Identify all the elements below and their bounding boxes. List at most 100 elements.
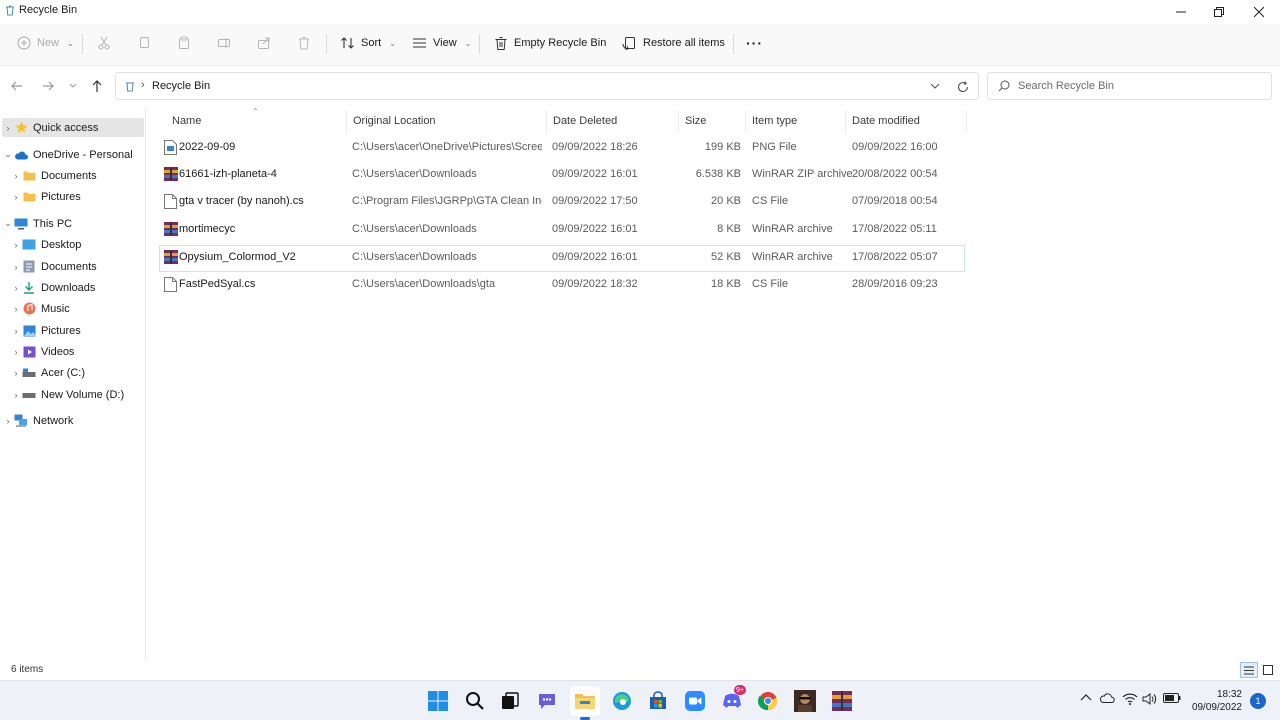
view-icon [413,38,426,48]
column-header-label: Date modified [852,115,920,127]
chevron-right-icon[interactable]: › [10,326,22,336]
refresh-button[interactable] [954,78,972,96]
sort-button[interactable]: Sort ⌄ [340,30,396,56]
sidebar-item-network[interactable]: › Network [2,411,144,430]
chevron-right-icon[interactable]: › [10,304,22,314]
more-options-button[interactable]: ··· [746,30,763,56]
show-hidden-icons-button[interactable] [1080,693,1092,701]
new-button[interactable]: New ⌄ [17,30,74,56]
sidebar-item-videos[interactable]: › Videos [10,342,144,361]
chevron-right-icon[interactable]: › [10,390,22,400]
cloud-icon [1099,693,1115,703]
chevron-right-icon[interactable]: › [10,347,22,357]
store-app[interactable] [643,686,673,716]
onedrive-tray-icon[interactable] [1099,693,1115,703]
zoom-app[interactable] [680,686,710,716]
copy-button[interactable] [137,30,151,56]
column-header-item-type[interactable]: Item type [746,110,846,132]
documents-icon [22,260,36,274]
address-path[interactable]: Recycle Bin [152,80,210,92]
sidebar-item-drive-d[interactable]: › New Volume (D:) [10,385,144,404]
sidebar-item-this-pc[interactable]: ⌄ This PC [2,214,144,233]
column-header-label: Item type [752,115,798,127]
sidebar-item-desktop[interactable]: › Desktop [10,235,144,254]
details-view-button[interactable] [1240,662,1258,678]
view-button[interactable]: View ⌄ [412,30,471,56]
chevron-down-icon[interactable]: ⌄ [2,218,14,229]
new-label: New [37,37,60,49]
address-bar[interactable]: › Recycle Bin [115,72,979,100]
search-input[interactable] [1018,78,1263,94]
folder-icon [22,190,36,204]
chevron-right-icon[interactable]: › [2,416,14,426]
start-button[interactable] [423,686,453,716]
sidebar-item-music[interactable]: › Music [10,299,144,318]
windows-icon [428,691,448,711]
address-dropdown-button[interactable] [927,78,943,94]
search-box[interactable] [987,72,1272,100]
sidebar-item-label: OneDrive - Personal [33,148,133,161]
sidebar-item-downloads[interactable]: › Downloads [10,278,144,297]
chevron-right-icon[interactable]: › [10,368,22,378]
speaker-icon [1142,693,1157,705]
chevron-down-icon: ⌄ [389,38,396,48]
clock[interactable]: 18:32 09/09/2022 [1188,688,1242,714]
command-bar: New ⌄ Sort ⌄ View ⌄ Empty Recycle Bin Re… [0,24,1280,66]
cut-button[interactable] [97,30,111,56]
forward-button[interactable] [38,76,58,96]
wifi-tray-icon[interactable] [1122,693,1138,705]
file-row[interactable]: 61661-izh-planeta-4 C:\Users\acer\Downlo… [160,163,964,188]
refresh-icon [957,81,969,93]
taskbar-search-button[interactable] [460,686,490,716]
battery-tray-icon[interactable] [1163,693,1181,703]
chevron-right-icon[interactable]: › [10,171,22,181]
column-header-name[interactable]: Name [166,110,347,132]
chat-button[interactable] [532,686,562,716]
edge-app[interactable] [607,686,637,716]
large-icons-view-button[interactable] [1261,662,1275,678]
column-header-date-modified[interactable]: Date modified [846,110,967,132]
chevron-right-icon[interactable]: › [10,192,22,202]
column-header-date-deleted[interactable]: Date Deleted [547,110,679,132]
sidebar-item-drive-c[interactable]: › Acer (C:) [10,363,144,382]
share-button[interactable] [257,30,271,56]
chevron-right-icon[interactable]: › [10,262,22,272]
column-header-original-location[interactable]: Original Location [347,110,547,132]
file-row[interactable]: gta v tracer (by nanoh).cs C:\Program Fi… [160,190,964,215]
chevron-right-icon[interactable]: › [10,283,22,293]
restore-all-button[interactable]: Restore all items [622,30,725,56]
chevron-right-icon[interactable]: › [2,123,14,133]
delete-button[interactable] [297,30,311,56]
rename-button[interactable] [217,30,231,56]
file-row[interactable]: 2022-09-09 C:\Users\acer\OneDrive\Pictur… [160,136,964,161]
file-size: 52 KB [711,251,741,263]
notification-center-button[interactable]: 1 [1250,693,1266,709]
winrar-app[interactable] [827,686,857,716]
game-app[interactable] [790,686,820,716]
column-header-size[interactable]: Size [679,110,746,132]
empty-recycle-bin-button[interactable]: Empty Recycle Bin [494,30,606,56]
sidebar-item-documents[interactable]: › Documents [10,257,144,276]
chevron-down-icon[interactable]: ⌄ [2,149,14,160]
chevron-right-icon[interactable]: › [10,240,22,250]
up-button[interactable] [87,76,107,96]
sidebar-item-quick-access[interactable]: › Quick access [2,118,144,137]
sidebar-item-onedrive-documents[interactable]: › Documents [10,166,144,185]
file-row[interactable]: mortimecyc C:\Users\acer\Downloads 09/09… [160,218,964,243]
sidebar-item-label: New Volume (D:) [41,388,125,401]
file-row[interactable]: Opysium_Colormod_V2 C:\Users\acer\Downlo… [159,245,965,272]
chrome-app[interactable] [753,686,783,716]
file-explorer-app[interactable] [570,686,600,716]
recent-locations-button[interactable] [63,76,83,96]
star-icon [14,121,28,135]
close-button[interactable] [1236,0,1280,24]
file-row[interactable]: FastPedSyal.cs C:\Users\acer\Downloads\g… [160,273,964,298]
back-button[interactable] [7,76,27,96]
sidebar-item-pictures[interactable]: › Pictures [10,321,144,340]
restore-all-label: Restore all items [643,37,725,49]
volume-tray-icon[interactable] [1142,693,1158,705]
task-view-button[interactable] [495,686,525,716]
sidebar-item-onedrive[interactable]: ⌄ OneDrive - Personal [2,145,144,164]
paste-button[interactable] [177,30,191,56]
sidebar-item-onedrive-pictures[interactable]: › Pictures [10,187,144,206]
